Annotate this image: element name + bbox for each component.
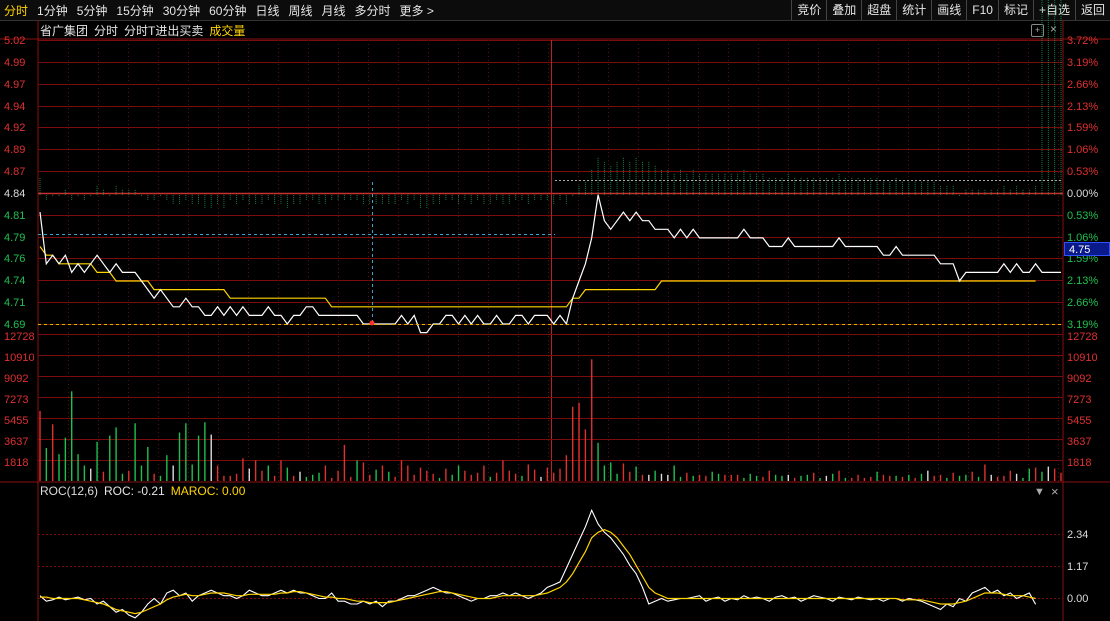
- volume-tick-label: 3637: [4, 435, 29, 448]
- roc-indicator-name[interactable]: ROC(12,6): [40, 484, 98, 498]
- volume-tick-label: 1818: [4, 456, 29, 469]
- volume-tick-label: 5455: [4, 414, 29, 427]
- price-tick-label: 4.84: [4, 187, 26, 200]
- volume-tick-label: 10910: [1067, 351, 1098, 364]
- maroc-line: [40, 528, 1036, 615]
- chart-canvas: [0, 0, 1110, 621]
- pct-tick-label: 0.53%: [1067, 209, 1099, 222]
- roc-header: ROC(12,6) ROC: -0.21 MAROC: 0.00: [40, 484, 251, 498]
- roc-close-icon[interactable]: ×: [1051, 484, 1059, 499]
- roc-tick-label: 1.17: [1067, 560, 1089, 573]
- price-tick-label: 4.79: [4, 231, 26, 244]
- roc-line: [39, 508, 1037, 619]
- low-marker: [369, 320, 375, 326]
- pct-tick-label: 1.06%: [1067, 143, 1099, 156]
- maroc-value: MAROC: 0.00: [170, 484, 246, 498]
- price-tick-label: 4.76: [4, 252, 26, 265]
- pct-tick-label: 3.19%: [1067, 318, 1099, 331]
- pct-tick-label: 1.59%: [1067, 121, 1099, 134]
- triangle-down-icon[interactable]: ▼: [1034, 486, 1045, 498]
- pct-tick-label: 0.53%: [1067, 165, 1099, 178]
- current-price-tag: 4.75: [1064, 242, 1110, 256]
- price-tick-label: 4.89: [4, 143, 26, 156]
- price-tick-label: 5.02: [4, 34, 26, 47]
- roc-value: ROC: -0.21: [104, 484, 165, 498]
- price-tick-label: 4.81: [4, 209, 26, 222]
- price-tick-label: 4.94: [4, 100, 26, 113]
- price-tick-label: 4.71: [4, 296, 26, 309]
- price-tick-label: 4.97: [4, 78, 26, 91]
- volume-tick-label: 9092: [1067, 372, 1092, 385]
- pct-tick-label: 0.00%: [1067, 187, 1099, 200]
- pct-tick-label: 3.19%: [1067, 56, 1099, 69]
- volume-tick-label: 9092: [4, 372, 29, 385]
- roc-tick-label: 0.00: [1067, 592, 1089, 605]
- pct-tick-label: 2.13%: [1067, 100, 1099, 113]
- volume-tick-label: 5455: [1067, 414, 1092, 427]
- volume-tick-label: 12728: [4, 330, 35, 343]
- volume-tick-label: 1818: [1067, 456, 1092, 469]
- price-tick-label: 4.92: [4, 121, 26, 134]
- price-tick-label: 4.69: [4, 318, 26, 331]
- pct-tick-label: 2.66%: [1067, 78, 1099, 91]
- volume-tick-label: 7273: [4, 393, 29, 406]
- price-tick-label: 4.74: [4, 274, 26, 287]
- volume-tick-label: 10910: [4, 351, 35, 364]
- volume-tick-label: 12728: [1067, 330, 1098, 343]
- volume-tick-label: 7273: [1067, 393, 1092, 406]
- volume-tick-label: 3637: [1067, 435, 1092, 448]
- pct-tick-label: 2.66%: [1067, 296, 1099, 309]
- price-tick-label: 4.87: [4, 165, 26, 178]
- pct-tick-label: 2.13%: [1067, 274, 1099, 287]
- price-tick-label: 4.99: [4, 56, 26, 69]
- roc-tick-label: 2.34: [1067, 528, 1089, 541]
- pct-tick-label: 3.72%: [1067, 34, 1099, 47]
